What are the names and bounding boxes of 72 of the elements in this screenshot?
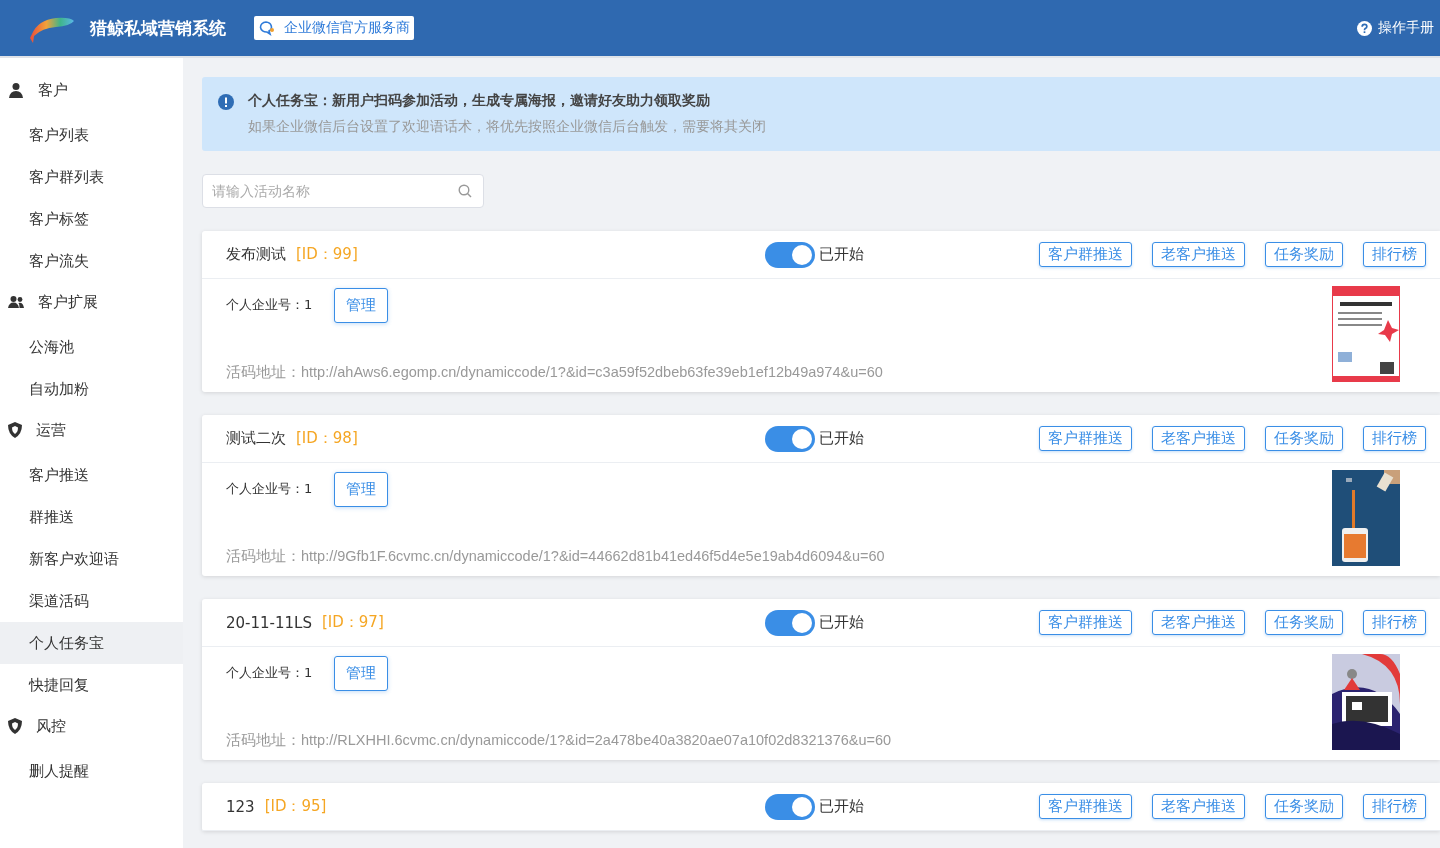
toggle-switch[interactable] — [765, 609, 815, 636]
sidebar-item[interactable]: 客户流失 — [0, 240, 183, 282]
manage-button[interactable]: 管理 — [334, 655, 389, 691]
sidebar-item[interactable]: 快捷回复 — [0, 664, 183, 706]
toggle-switch[interactable] — [765, 793, 815, 820]
help-icon — [1357, 20, 1372, 36]
action-button[interactable]: 任务奖励 — [1265, 610, 1343, 635]
banner-title: 个人任务宝：新用户扫码参加活动，生成专属海报，邀请好友助力领取奖励 — [248, 92, 711, 110]
activity-name: 测试二次 — [226, 429, 286, 448]
menu-group-title[interactable]: 运营 — [0, 410, 183, 450]
action-button[interactable]: 任务奖励 — [1265, 242, 1343, 267]
action-button[interactable]: 排行榜 — [1363, 242, 1426, 267]
status-label: 已开始 — [819, 613, 864, 632]
toggle-switch[interactable] — [765, 241, 815, 268]
account-label: 个人企业号：1 — [226, 664, 313, 682]
activity-id: [ID：99] — [296, 245, 358, 264]
sidebar-item[interactable]: 群推送 — [0, 496, 183, 538]
activity-id: [ID：98] — [296, 429, 358, 448]
activity-id: [ID：97] — [321, 613, 384, 632]
qr-link-text: 活码地址：http://RLXHHI.6cvmc.cn/dynamiccode/1?&id=2a478be40a3820ae07a10f02d8321376&u=60 — [226, 731, 893, 750]
sidebar-item[interactable]: 自动加粉 — [0, 368, 183, 410]
partner-text: 企业微信官方服务商 — [284, 19, 410, 37]
action-button[interactable]: 客户群推送 — [1039, 426, 1132, 451]
action-button[interactable]: 排行榜 — [1363, 610, 1426, 635]
manual-link[interactable]: 操作手册 — [1357, 19, 1440, 37]
account-label: 个人企业号：1 — [226, 480, 313, 498]
sidebar-item[interactable]: 新客户欢迎语 — [0, 538, 183, 580]
action-button[interactable]: 老客户推送 — [1152, 794, 1245, 819]
people-icon — [8, 295, 24, 309]
activity-name: 20-11-11LS — [226, 613, 312, 632]
sidebar-item[interactable]: 客户列表 — [0, 114, 183, 156]
menu-group-title[interactable]: 客户扩展 — [0, 282, 183, 322]
sidebar-item[interactable]: 删人提醒 — [0, 750, 183, 792]
manage-button[interactable]: 管理 — [334, 287, 389, 323]
sidebar-item[interactable]: 公海池 — [0, 326, 183, 368]
sidebar-item[interactable]: 个人任务宝 — [0, 622, 183, 664]
qr-link-text: 活码地址：http://9Gfb1F.6cvmc.cn/dynamiccode/1?&id=44662d81b41ed46f5d4e5e19ab4d6094&u=60 — [226, 547, 886, 566]
sidebar-item[interactable]: 客户推送 — [0, 454, 183, 496]
action-button[interactable]: 任务奖励 — [1265, 794, 1343, 819]
activity-name: 123 — [226, 797, 255, 816]
action-button[interactable]: 排行榜 — [1363, 426, 1426, 451]
shield-icon — [8, 422, 22, 438]
menu-group-title[interactable]: 风控 — [0, 706, 183, 746]
menu-group-title[interactable]: 客户 — [0, 70, 183, 110]
action-button[interactable]: 任务奖励 — [1265, 426, 1343, 451]
action-button[interactable]: 排行榜 — [1363, 794, 1426, 819]
manage-button[interactable]: 管理 — [334, 471, 389, 507]
status-label: 已开始 — [819, 429, 864, 448]
action-button[interactable]: 客户群推送 — [1039, 794, 1132, 819]
activity-name: 发布测试 — [226, 245, 286, 264]
search-field[interactable]: 请输入活动名称 — [202, 174, 484, 208]
account-label: 个人企业号：1 — [226, 296, 313, 314]
qr-link-text: 活码地址：http://ahAws6.egomp.cn/dynamiccode/1?&id=c3a59f52dbeb63fe39eb1ef12b49a974&u=60 — [226, 363, 884, 382]
action-button[interactable]: 老客户推送 — [1152, 426, 1245, 451]
activity-id: [ID：95] — [264, 797, 327, 816]
status-label: 已开始 — [819, 797, 864, 816]
action-button[interactable]: 客户群推送 — [1039, 242, 1132, 267]
action-button[interactable]: 客户群推送 — [1039, 610, 1132, 635]
banner-description: 如果企业微信后台设置了欢迎语话术，将优先按照企业微信后台触发，需要将其关闭 — [248, 118, 766, 136]
sidebar-item[interactable]: 客户标签 — [0, 198, 183, 240]
person-icon — [8, 82, 24, 98]
info-icon — [218, 94, 234, 110]
app-title: 猎鲸私域营销系统 — [90, 16, 226, 40]
status-label: 已开始 — [819, 245, 864, 264]
action-button[interactable]: 老客户推送 — [1152, 242, 1245, 267]
chat-bubble-icon — [258, 20, 276, 36]
sidebar-item[interactable]: 客户群列表 — [0, 156, 183, 198]
action-button[interactable]: 老客户推送 — [1152, 610, 1245, 635]
shield-icon — [8, 718, 22, 734]
toggle-switch[interactable] — [765, 425, 815, 452]
sidebar-item[interactable]: 渠道活码 — [0, 580, 183, 622]
search-icon — [458, 184, 472, 198]
